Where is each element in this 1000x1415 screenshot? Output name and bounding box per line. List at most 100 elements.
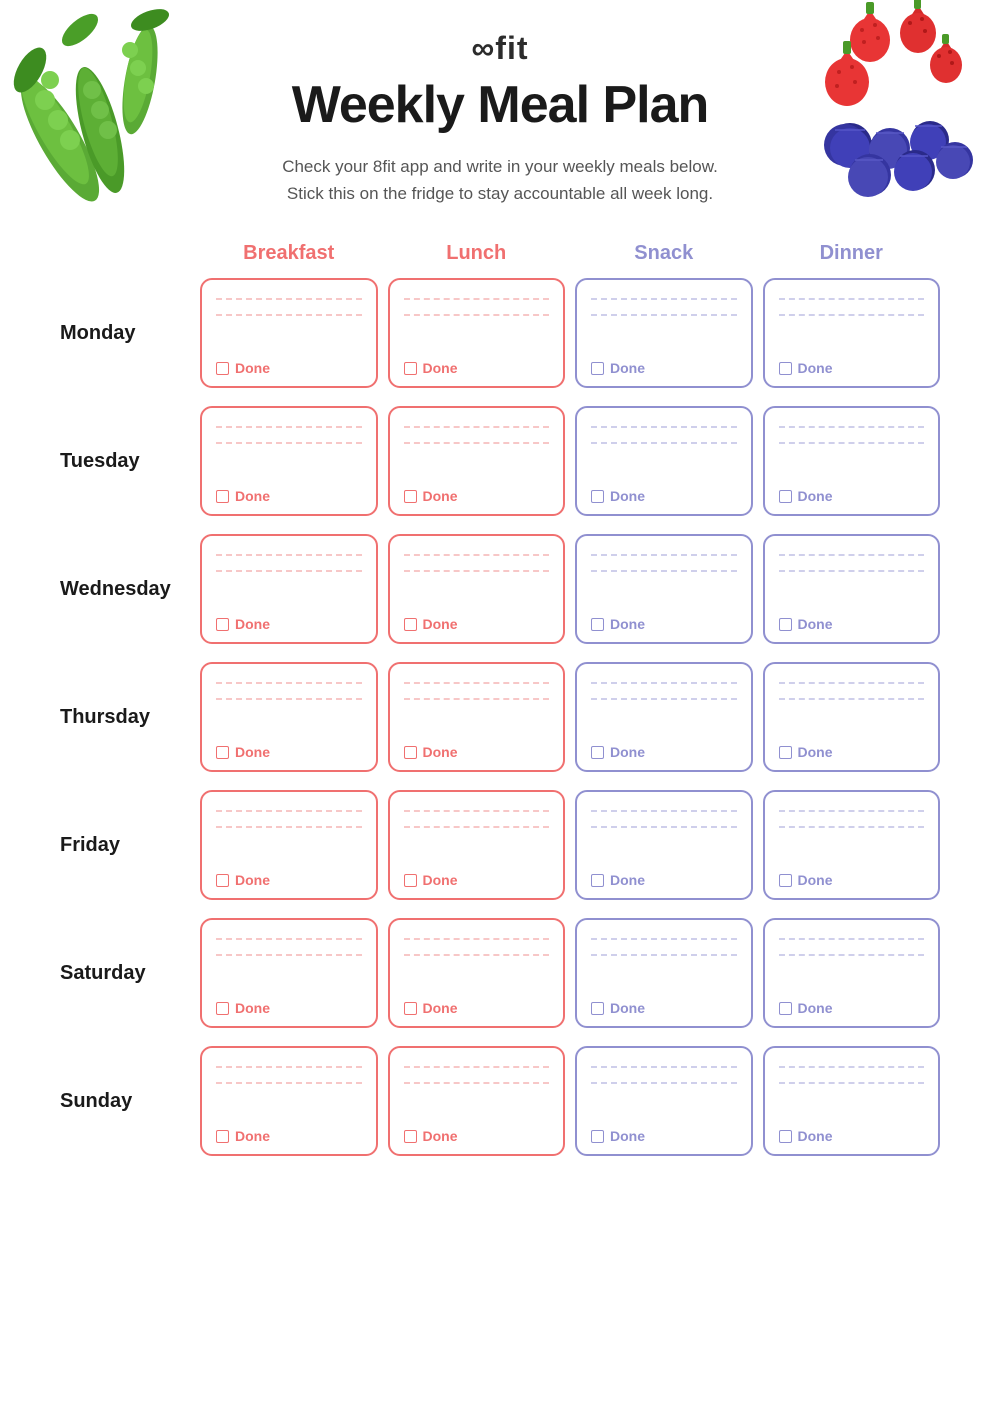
dash-line-2 (216, 1082, 362, 1084)
done-checkbox[interactable] (404, 490, 417, 503)
dash-line-2 (216, 954, 362, 956)
meal-cell-wednesday-lunch[interactable]: Done (388, 534, 566, 644)
dash-line-2 (779, 442, 925, 444)
done-checkbox[interactable] (404, 618, 417, 631)
meal-cell-saturday-dinner[interactable]: Done (763, 918, 941, 1028)
done-row[interactable]: Done (591, 482, 737, 504)
done-row[interactable]: Done (216, 994, 362, 1016)
done-checkbox[interactable] (216, 1130, 229, 1143)
done-checkbox[interactable] (779, 1130, 792, 1143)
done-row[interactable]: Done (404, 1122, 550, 1144)
done-row[interactable]: Done (591, 354, 737, 376)
done-checkbox[interactable] (216, 362, 229, 375)
done-checkbox[interactable] (779, 1002, 792, 1015)
done-row[interactable]: Done (591, 994, 737, 1016)
done-checkbox[interactable] (591, 746, 604, 759)
done-row[interactable]: Done (779, 738, 925, 760)
done-row[interactable]: Done (404, 354, 550, 376)
done-row[interactable]: Done (404, 994, 550, 1016)
meal-cell-thursday-snack[interactable]: Done (575, 662, 753, 772)
done-checkbox[interactable] (591, 874, 604, 887)
meal-cell-sunday-dinner[interactable]: Done (763, 1046, 941, 1156)
done-checkbox[interactable] (216, 746, 229, 759)
dash-line-1 (404, 554, 550, 556)
done-label: Done (798, 1000, 833, 1016)
done-row[interactable]: Done (216, 610, 362, 632)
dash-line-1 (591, 1066, 737, 1068)
done-row[interactable]: Done (404, 866, 550, 888)
meal-cell-sunday-snack[interactable]: Done (575, 1046, 753, 1156)
done-row[interactable]: Done (216, 482, 362, 504)
done-checkbox[interactable] (216, 618, 229, 631)
done-checkbox[interactable] (404, 874, 417, 887)
done-checkbox[interactable] (779, 362, 792, 375)
done-checkbox[interactable] (404, 746, 417, 759)
done-checkbox[interactable] (779, 746, 792, 759)
meal-cell-wednesday-snack[interactable]: Done (575, 534, 753, 644)
done-row[interactable]: Done (779, 1122, 925, 1144)
dash-line-2 (591, 826, 737, 828)
meal-cell-monday-breakfast[interactable]: Done (200, 278, 378, 388)
meal-cell-tuesday-lunch[interactable]: Done (388, 406, 566, 516)
done-row[interactable]: Done (404, 738, 550, 760)
dash-line-1 (404, 298, 550, 300)
done-checkbox[interactable] (591, 1130, 604, 1143)
done-checkbox[interactable] (404, 362, 417, 375)
dash-line-1 (404, 810, 550, 812)
done-checkbox[interactable] (779, 618, 792, 631)
meal-cell-monday-snack[interactable]: Done (575, 278, 753, 388)
meal-cell-friday-snack[interactable]: Done (575, 790, 753, 900)
meal-cell-monday-dinner[interactable]: Done (763, 278, 941, 388)
done-row[interactable]: Done (779, 866, 925, 888)
done-row[interactable]: Done (216, 738, 362, 760)
meal-cell-friday-lunch[interactable]: Done (388, 790, 566, 900)
done-checkbox[interactable] (591, 618, 604, 631)
meal-cell-sunday-lunch[interactable]: Done (388, 1046, 566, 1156)
done-checkbox[interactable] (404, 1130, 417, 1143)
done-checkbox[interactable] (216, 874, 229, 887)
done-row[interactable]: Done (779, 610, 925, 632)
done-checkbox[interactable] (216, 490, 229, 503)
done-checkbox[interactable] (779, 874, 792, 887)
meal-cell-saturday-lunch[interactable]: Done (388, 918, 566, 1028)
meal-cell-friday-dinner[interactable]: Done (763, 790, 941, 900)
done-row[interactable]: Done (591, 610, 737, 632)
meal-cell-friday-breakfast[interactable]: Done (200, 790, 378, 900)
done-row[interactable]: Done (216, 1122, 362, 1144)
done-row[interactable]: Done (216, 354, 362, 376)
done-row[interactable]: Done (591, 1122, 737, 1144)
snack-header: Snack (575, 237, 753, 270)
done-row[interactable]: Done (591, 738, 737, 760)
meal-cell-saturday-breakfast[interactable]: Done (200, 918, 378, 1028)
dash-line-2 (216, 826, 362, 828)
meal-cell-thursday-breakfast[interactable]: Done (200, 662, 378, 772)
done-checkbox[interactable] (216, 1002, 229, 1015)
done-checkbox[interactable] (591, 362, 604, 375)
meal-cell-thursday-lunch[interactable]: Done (388, 662, 566, 772)
meal-cell-tuesday-dinner[interactable]: Done (763, 406, 941, 516)
meal-cell-wednesday-breakfast[interactable]: Done (200, 534, 378, 644)
dash-line-1 (216, 810, 362, 812)
meal-cell-tuesday-breakfast[interactable]: Done (200, 406, 378, 516)
done-row[interactable]: Done (404, 482, 550, 504)
meal-cell-saturday-snack[interactable]: Done (575, 918, 753, 1028)
done-row[interactable]: Done (779, 482, 925, 504)
done-row[interactable]: Done (404, 610, 550, 632)
done-row[interactable]: Done (779, 994, 925, 1016)
meal-cell-sunday-breakfast[interactable]: Done (200, 1046, 378, 1156)
meal-cell-monday-lunch[interactable]: Done (388, 278, 566, 388)
done-checkbox[interactable] (779, 490, 792, 503)
dash-line-2 (404, 698, 550, 700)
meal-cell-tuesday-snack[interactable]: Done (575, 406, 753, 516)
done-checkbox[interactable] (591, 1002, 604, 1015)
done-row[interactable]: Done (591, 866, 737, 888)
done-checkbox[interactable] (591, 490, 604, 503)
meal-cell-thursday-dinner[interactable]: Done (763, 662, 941, 772)
done-label: Done (610, 1000, 645, 1016)
day-label-sunday: Sunday (60, 1046, 190, 1156)
done-row[interactable]: Done (216, 866, 362, 888)
done-row[interactable]: Done (779, 354, 925, 376)
done-checkbox[interactable] (404, 1002, 417, 1015)
done-label: Done (423, 1000, 458, 1016)
meal-cell-wednesday-dinner[interactable]: Done (763, 534, 941, 644)
